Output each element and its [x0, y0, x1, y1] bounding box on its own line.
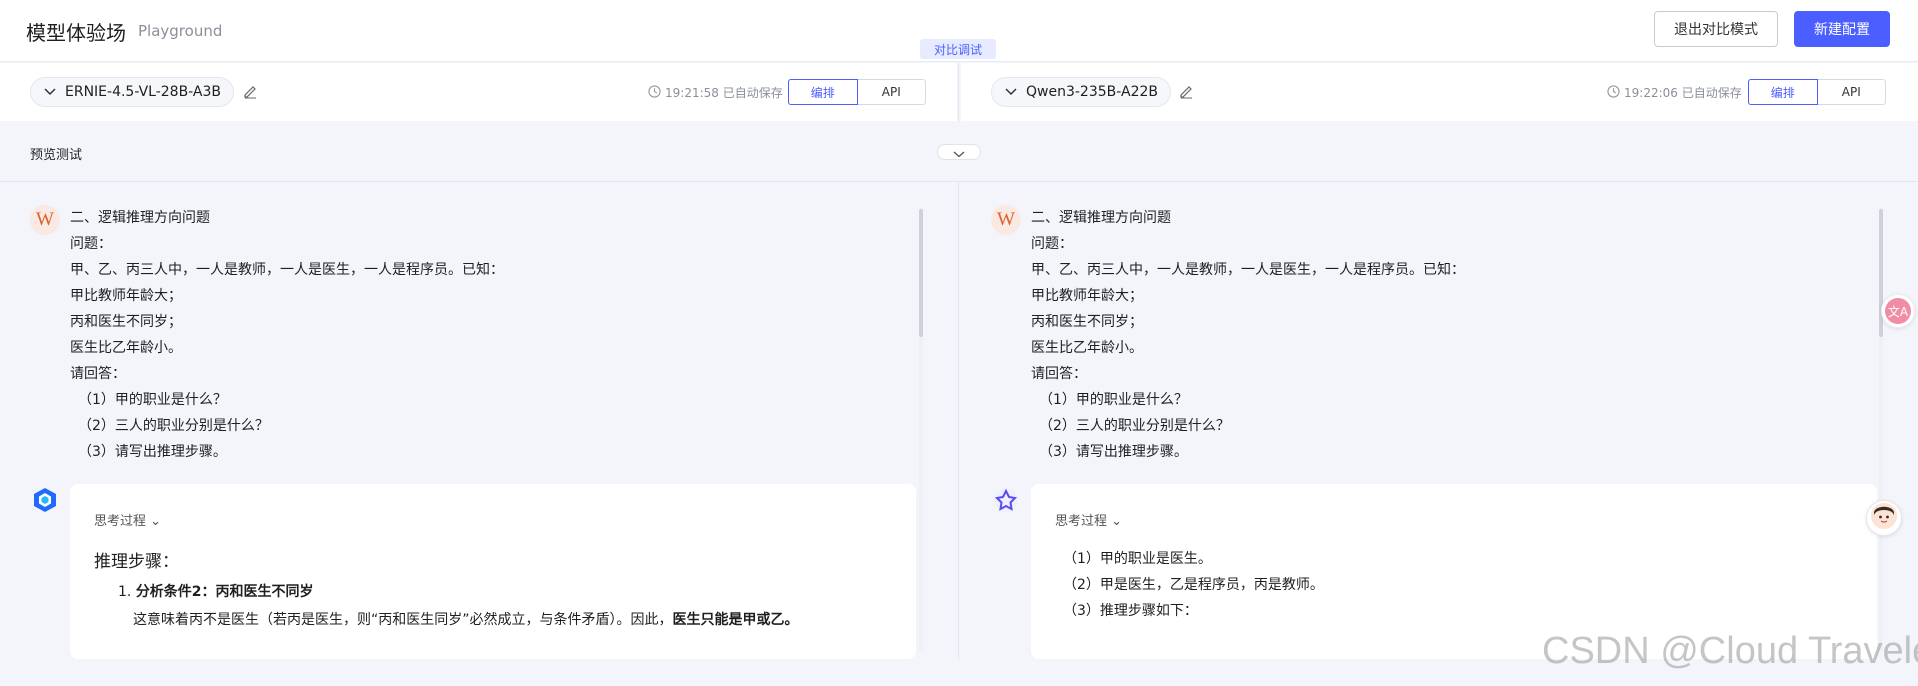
chat-pane-left: W 二、逻辑推理方向问题 问题： 甲、乙、丙三人中，一人是教师，一人是医生，一人… [0, 183, 957, 659]
user-message-line: （3）请写出推理步骤。 [1039, 444, 1188, 460]
tab-api-right[interactable]: API [1817, 79, 1886, 105]
user-message-line: 请回答： [70, 366, 126, 382]
user-message-line: 丙和医生不同岁； [1031, 314, 1143, 330]
preview-bar: 预览测试 [0, 122, 1918, 182]
model-name-right: Qwen3-235B-A22B [1026, 84, 1158, 100]
save-status-right: 19:22:06 已自动保存 [1607, 84, 1742, 101]
chevron-down-icon: ⌄ [150, 514, 162, 529]
user-message-right: 二、逻辑推理方向问题 问题： 甲、乙、丙三人中，一人是教师，一人是医生，一人是程… [1031, 205, 1465, 465]
mode-switch-right: 编排 API [1748, 79, 1886, 105]
user-avatar: W [991, 205, 1021, 235]
user-message-line: 医生比乙年龄小。 [1031, 340, 1143, 356]
translate-float-button[interactable]: 文A [1881, 294, 1915, 328]
user-message-line: 问题： [70, 236, 112, 252]
clock-icon [1607, 84, 1620, 101]
app-title: 模型体验场 [26, 21, 126, 45]
think-process-toggle-right[interactable]: 思考过程 ⌄ [1055, 510, 1122, 529]
app-subtitle: Playground [138, 22, 223, 40]
user-message-line: （2）三人的职业分别是什么？ [78, 418, 269, 434]
user-message-line: （3）请写出推理步骤。 [78, 444, 227, 460]
user-message-line: 二、逻辑推理方向问题 [1031, 210, 1171, 226]
user-message-line: （1）甲的职业是什么？ [1039, 392, 1188, 408]
qwen-logo-icon [993, 487, 1019, 513]
watermark: CSDN @Cloud Traveler [1542, 630, 1918, 672]
user-message-left: 二、逻辑推理方向问题 问题： 甲、乙、丙三人中，一人是教师，一人是医生，一人是程… [70, 205, 504, 465]
user-message-line: 请回答： [1031, 366, 1087, 382]
user-message-line: 甲比教师年龄大； [1031, 288, 1143, 304]
model-selector-left[interactable]: ERNIE-4.5-VL-28B-A3B [30, 77, 235, 107]
user-message-line: 甲、乙、丙三人中，一人是教师，一人是医生，一人是程序员。已知： [70, 262, 504, 278]
save-status-left: 19:21:58 已自动保存 [648, 84, 783, 101]
clock-icon [648, 84, 661, 101]
scrollbar-right[interactable] [1879, 207, 1883, 651]
user-message-line: 问题： [1031, 236, 1073, 252]
translate-icon: 文A [1885, 298, 1911, 324]
reply-item-title: 分析条件2：丙和医生不同岁 [135, 584, 314, 600]
assistant-avatar-button[interactable] [1866, 500, 1902, 536]
pencil-icon[interactable] [242, 83, 258, 99]
tab-layout-left[interactable]: 编排 [788, 79, 858, 105]
chevron-down-icon [41, 88, 59, 96]
assistant-face-icon [1870, 502, 1898, 534]
tab-layout-right[interactable]: 编排 [1748, 79, 1818, 105]
new-config-button[interactable]: 新建配置 [1794, 11, 1890, 47]
exit-compare-button[interactable]: 退出对比模式 [1654, 11, 1778, 47]
save-status-text-left: 19:21:58 已自动保存 [665, 86, 783, 100]
user-message-line: （1）甲的职业是什么？ [78, 392, 227, 408]
reply-lines-right: （1）甲的职业是医生。 （2）甲是医生，乙是程序员，丙是教师。 （3）推理步骤如… [1063, 546, 1324, 624]
chevron-down-icon [953, 143, 965, 162]
reply-list-item: 1. 分析条件2：丙和医生不同岁 [118, 581, 314, 601]
think-label: 思考过程 [94, 514, 147, 529]
model-name-left: ERNIE-4.5-VL-28B-A3B [65, 84, 222, 100]
model-selector-right[interactable]: Qwen3-235B-A22B [991, 77, 1171, 107]
reply-line: （3）推理步骤如下： [1063, 603, 1198, 619]
user-message-line: 甲、乙、丙三人中，一人是教师，一人是医生，一人是程序员。已知： [1031, 262, 1465, 278]
user-message-line: 甲比教师年龄大； [70, 288, 182, 304]
reply-paragraph-text: 这意味着丙不是医生（若丙是医生，则“丙和医生同岁”必然成立，与条件矛盾）。因此， [133, 612, 673, 628]
model-config-row-left: ERNIE-4.5-VL-28B-A3B 19:21:58 已自动保存 编排 A… [0, 63, 957, 121]
reply-line: （2）甲是医生，乙是程序员，丙是教师。 [1063, 577, 1324, 593]
scrollbar-left[interactable] [919, 207, 923, 651]
user-avatar: W [30, 205, 60, 235]
ernie-logo-icon [32, 487, 58, 513]
user-message-line: （2）三人的职业分别是什么？ [1039, 418, 1230, 434]
scrollbar-thumb-left[interactable] [919, 209, 923, 337]
reply-paragraph-bold: 医生只能是甲或乙。 [672, 612, 799, 628]
preview-label: 预览测试 [30, 148, 83, 163]
reply-line: （1）甲的职业是医生。 [1063, 551, 1212, 567]
user-message-line: 医生比乙年龄小。 [70, 340, 182, 356]
tab-api-left[interactable]: API [857, 79, 926, 105]
reply-item-number: 1. [118, 584, 132, 600]
model-reply-left: 思考过程 ⌄ 推理步骤： 1. 分析条件2：丙和医生不同岁 这意味着丙不是医生（… [70, 484, 916, 659]
chevron-down-icon [1002, 88, 1020, 96]
user-message-line: 丙和医生不同岁； [70, 314, 182, 330]
chat-pane-right: W 二、逻辑推理方向问题 问题： 甲、乙、丙三人中，一人是教师，一人是医生，一人… [961, 183, 1918, 659]
chevron-down-icon: ⌄ [1111, 514, 1123, 529]
mode-switch-left: 编排 API [788, 79, 926, 105]
model-config-row-right: Qwen3-235B-A22B 19:22:06 已自动保存 编排 API [961, 63, 1918, 121]
user-message-line: 二、逻辑推理方向问题 [70, 210, 210, 226]
reply-paragraph: 这意味着丙不是医生（若丙是医生，则“丙和医生同岁”必然成立，与条件矛盾）。因此，… [133, 609, 799, 629]
think-process-toggle-left[interactable]: 思考过程 ⌄ [94, 510, 161, 529]
think-label: 思考过程 [1055, 514, 1108, 529]
save-status-text-right: 19:22:06 已自动保存 [1624, 86, 1742, 100]
collapse-button[interactable] [937, 144, 981, 160]
reply-heading: 推理步骤： [94, 552, 179, 572]
compare-debug-tag: 对比调试 [920, 39, 996, 59]
pencil-icon[interactable] [1178, 83, 1194, 99]
